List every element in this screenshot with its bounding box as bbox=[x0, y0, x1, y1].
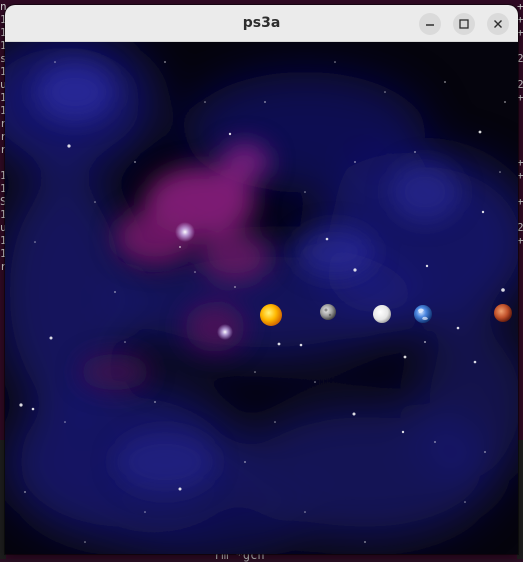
star bbox=[334, 61, 336, 63]
title-bar[interactable]: ps3a bbox=[5, 5, 518, 42]
star bbox=[478, 130, 482, 134]
venus-body bbox=[373, 305, 391, 323]
star bbox=[425, 264, 429, 268]
star bbox=[194, 271, 196, 273]
star bbox=[228, 132, 232, 136]
star bbox=[304, 191, 306, 193]
bright-star bbox=[217, 324, 233, 340]
star bbox=[84, 541, 86, 543]
star bbox=[64, 421, 66, 423]
star bbox=[244, 461, 246, 463]
star bbox=[31, 407, 35, 411]
star bbox=[444, 81, 446, 83]
star bbox=[254, 371, 256, 373]
star bbox=[364, 541, 366, 543]
star bbox=[314, 381, 316, 383]
star bbox=[24, 491, 26, 493]
star bbox=[499, 171, 501, 173]
star bbox=[501, 288, 505, 292]
star bbox=[424, 341, 426, 343]
star bbox=[204, 101, 206, 103]
star bbox=[353, 268, 357, 272]
star bbox=[179, 246, 181, 248]
star bbox=[277, 342, 281, 346]
star bbox=[274, 421, 276, 423]
star bbox=[114, 291, 116, 293]
star bbox=[49, 336, 53, 340]
mercury-body bbox=[320, 304, 336, 320]
star bbox=[414, 151, 416, 153]
window-title: ps3a bbox=[242, 15, 281, 31]
star bbox=[19, 403, 23, 407]
star bbox=[384, 91, 386, 93]
star bbox=[34, 241, 36, 243]
star bbox=[484, 451, 486, 453]
star bbox=[434, 441, 436, 443]
star bbox=[154, 401, 156, 403]
close-icon bbox=[494, 20, 502, 28]
minimize-button[interactable] bbox=[419, 13, 441, 35]
minimize-icon bbox=[426, 24, 434, 26]
star bbox=[164, 61, 166, 63]
maximize-button[interactable] bbox=[453, 13, 475, 35]
star bbox=[473, 360, 477, 364]
star bbox=[134, 161, 136, 163]
star bbox=[264, 101, 266, 103]
star bbox=[144, 511, 146, 513]
star bbox=[304, 511, 306, 513]
star bbox=[325, 237, 329, 241]
star bbox=[401, 430, 405, 434]
space-scene[interactable] bbox=[5, 42, 518, 554]
bright-star bbox=[175, 222, 195, 242]
star bbox=[54, 61, 56, 63]
sun-body bbox=[260, 304, 282, 326]
mars-body bbox=[494, 304, 512, 322]
star bbox=[354, 161, 356, 163]
star bbox=[299, 343, 303, 347]
close-button[interactable] bbox=[487, 13, 509, 35]
star bbox=[456, 326, 460, 330]
star bbox=[403, 355, 407, 359]
star bbox=[481, 210, 485, 214]
star bbox=[178, 487, 182, 491]
earth-body bbox=[414, 305, 432, 323]
maximize-icon bbox=[459, 19, 469, 29]
star bbox=[352, 412, 356, 416]
star bbox=[67, 144, 71, 148]
star bbox=[234, 286, 236, 288]
star bbox=[464, 501, 466, 503]
space-canvas bbox=[5, 42, 518, 554]
star bbox=[504, 101, 506, 103]
star bbox=[94, 201, 96, 203]
app-window: ps3a bbox=[5, 5, 518, 554]
star bbox=[124, 341, 126, 343]
